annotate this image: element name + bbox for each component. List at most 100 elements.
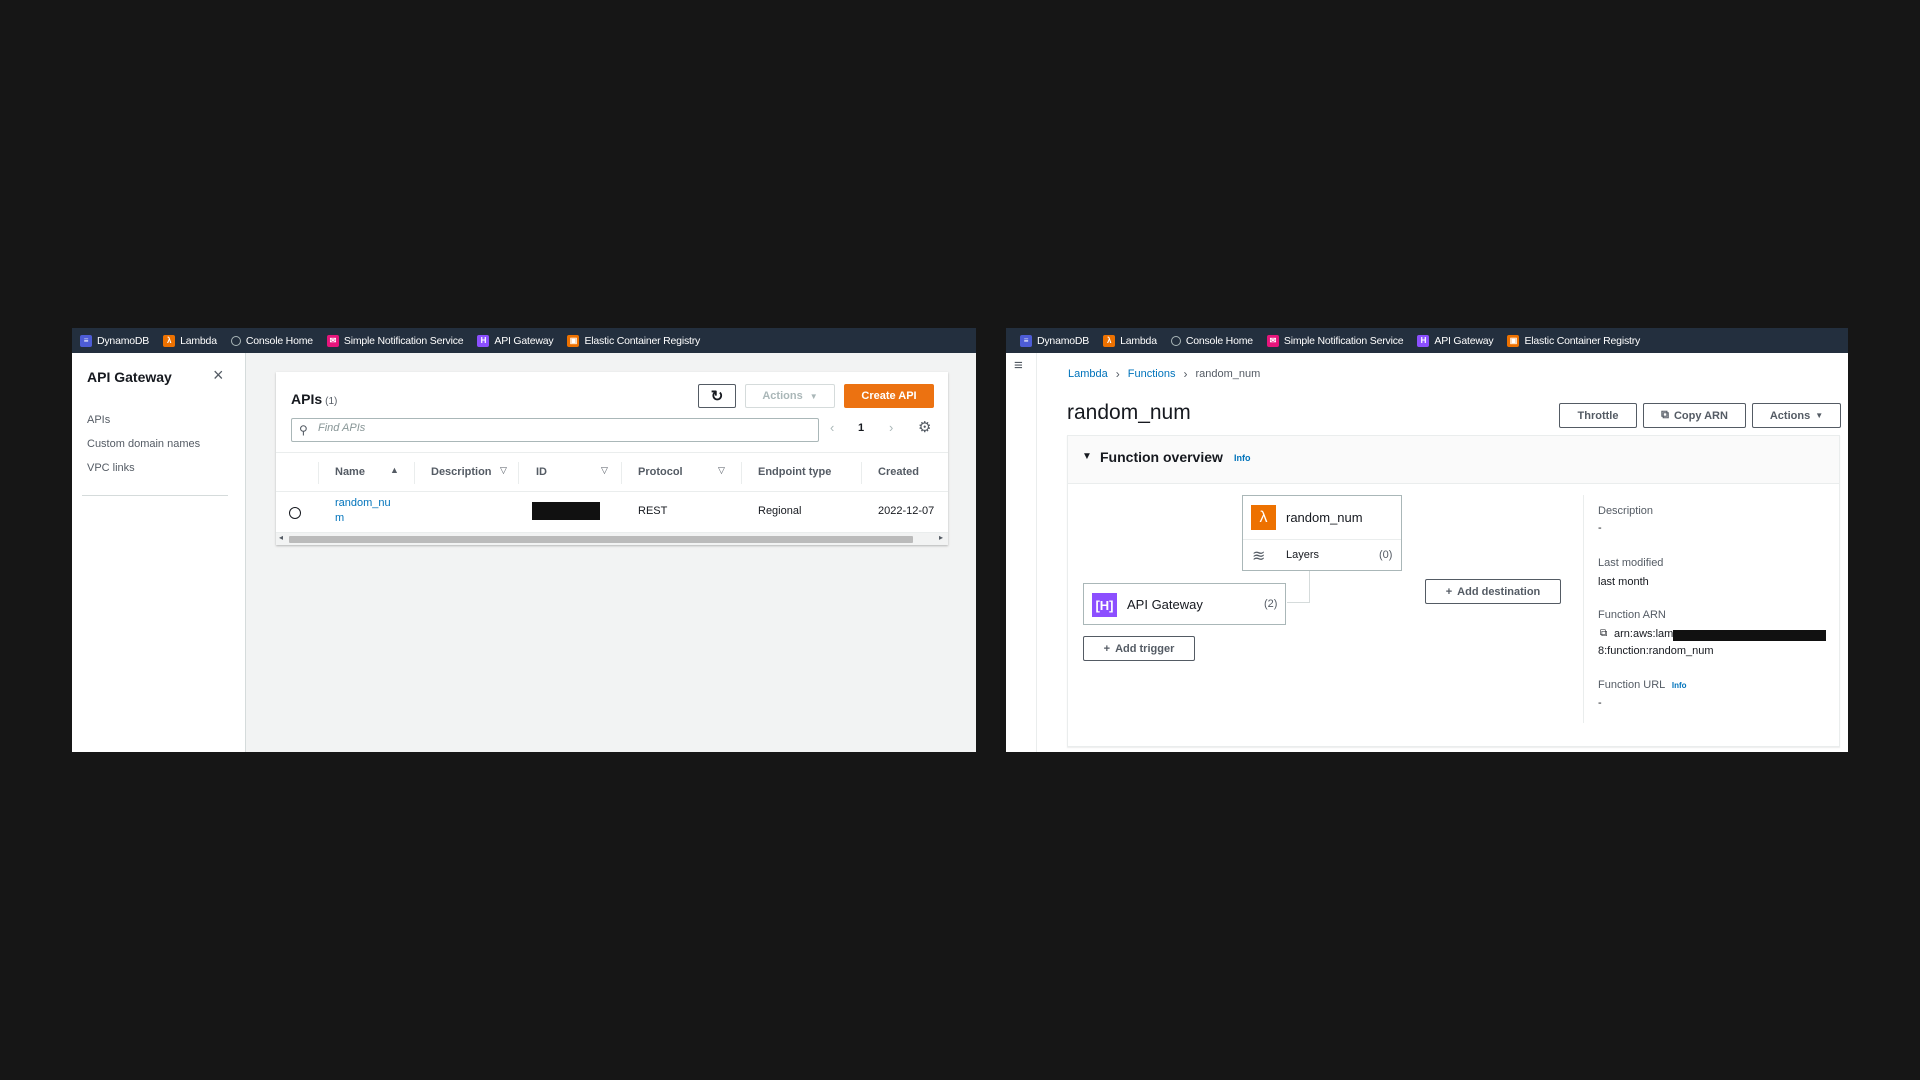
- api-name-link[interactable]: random_nu m: [335, 496, 391, 526]
- table-header: Name ▲ Description ▽ ID ▽ Protocol ▽ End…: [276, 452, 948, 492]
- col-name[interactable]: Name: [335, 466, 365, 478]
- fav-lambda[interactable]: λ Lambda: [1103, 334, 1157, 347]
- actions-label: Actions: [1769, 409, 1811, 422]
- trigger-node-api-gateway[interactable]: [H] API Gateway (2): [1083, 583, 1286, 625]
- horizontal-scrollbar[interactable]: ◂ ▸: [276, 532, 948, 545]
- layers-row[interactable]: ≋ Layers (0): [1243, 539, 1401, 571]
- find-apis-input[interactable]: [318, 422, 798, 434]
- breadcrumb-lambda[interactable]: Lambda: [1068, 368, 1108, 380]
- fav-dynamodb[interactable]: ≡ DynamoDB: [80, 334, 149, 347]
- sort-icon[interactable]: ▽: [601, 465, 608, 476]
- fav-api-gateway[interactable]: H API Gateway: [477, 334, 554, 347]
- sort-icon[interactable]: ▽: [500, 465, 507, 476]
- row-select-radio[interactable]: [289, 507, 301, 519]
- nav-divider: [82, 495, 228, 496]
- trigger-name: API Gateway: [1127, 597, 1203, 612]
- sort-icon[interactable]: ▽: [718, 465, 725, 476]
- trigger-count: (2): [1264, 598, 1278, 610]
- fav-label: Console Home: [1185, 334, 1253, 347]
- fav-ecr[interactable]: ▣ Elastic Container Registry: [567, 334, 700, 347]
- dynamodb-icon: ≡: [1020, 334, 1032, 347]
- nav-item-custom-domain-names[interactable]: Custom domain names: [87, 438, 200, 450]
- function-overview-panel: ▼ Function overview Info λ random_num ≋ …: [1067, 435, 1840, 747]
- scroll-right-icon[interactable]: ▸: [939, 533, 943, 542]
- layers-label: Layers: [1286, 549, 1320, 561]
- plus-icon: +: [1445, 585, 1453, 598]
- copy-arn-icon[interactable]: ⧉: [1600, 628, 1607, 639]
- sns-icon: ✉: [1266, 334, 1279, 347]
- details-divider: [1583, 495, 1584, 723]
- fav-label: DynamoDB: [1037, 334, 1090, 347]
- api-endpoint-type: Regional: [758, 505, 802, 517]
- nav-item-apis[interactable]: APIs: [87, 414, 110, 426]
- apis-card: APIs(1) ↻ Actions▼ Create API ⚲ ‹ 1 › ⚙ …: [276, 372, 948, 545]
- col-created[interactable]: Created: [878, 466, 919, 478]
- col-id[interactable]: ID: [536, 466, 547, 478]
- console-home-icon: [230, 335, 241, 346]
- col-endpoint-type[interactable]: Endpoint type: [758, 466, 831, 478]
- prev-page-icon[interactable]: ‹: [830, 420, 834, 435]
- left-rail: ≡: [1006, 353, 1037, 752]
- hamburger-menu-icon[interactable]: ≡: [1014, 357, 1023, 374]
- fav-label: Simple Notification Service: [343, 334, 464, 347]
- add-trigger-button[interactable]: + Add trigger: [1083, 636, 1195, 661]
- throttle-button[interactable]: Throttle: [1559, 403, 1637, 428]
- search-box: ⚲: [291, 418, 819, 442]
- fav-ecr[interactable]: ▣ Elastic Container Registry: [1507, 334, 1640, 347]
- info-link[interactable]: Info: [1672, 681, 1687, 690]
- dynamodb-icon: ≡: [80, 334, 92, 347]
- layers-count: (0): [1379, 549, 1393, 561]
- column-divider: [318, 462, 319, 484]
- sort-ascending-icon[interactable]: ▲: [390, 465, 399, 475]
- page-title: random_num: [1067, 401, 1191, 424]
- create-api-button[interactable]: Create API: [844, 384, 934, 408]
- redacted-id: [532, 502, 600, 520]
- add-destination-button[interactable]: + Add destination: [1425, 579, 1561, 604]
- fav-api-gateway[interactable]: H API Gateway: [1417, 334, 1494, 347]
- refresh-button[interactable]: ↻: [698, 384, 736, 408]
- description-value: -: [1598, 522, 1602, 534]
- function-node: λ random_num ≋ Layers (0): [1242, 495, 1402, 571]
- favorites-bar: ≡ DynamoDB λ Lambda Console Home ✉ Simple N…: [72, 328, 976, 353]
- close-icon[interactable]: ×: [213, 365, 224, 386]
- refresh-icon: ↻: [710, 388, 724, 405]
- fav-sns[interactable]: ✉ Simple Notification Service: [326, 334, 464, 347]
- gear-icon[interactable]: ⚙: [918, 418, 931, 436]
- api-protocol: REST: [638, 505, 668, 517]
- last-modified-label: Last modified: [1598, 557, 1664, 569]
- fav-console-home[interactable]: Console Home: [1170, 334, 1253, 347]
- collapse-caret-icon[interactable]: ▼: [1082, 451, 1092, 462]
- info-link[interactable]: Info: [1234, 453, 1251, 463]
- fav-console-home[interactable]: Console Home: [230, 335, 313, 347]
- nav-item-vpc-links[interactable]: VPC links: [87, 462, 135, 474]
- layers-icon: ≋: [1252, 548, 1266, 565]
- function-overview-title[interactable]: Function overview: [1100, 449, 1223, 465]
- breadcrumb-current: random_num: [1195, 368, 1261, 380]
- breadcrumb-functions[interactable]: Functions: [1128, 368, 1176, 380]
- scrollbar-thumb[interactable]: [289, 536, 913, 543]
- last-modified-value: last month: [1598, 576, 1649, 588]
- sns-icon: ✉: [326, 334, 339, 347]
- copy-arn-button[interactable]: ⧉ Copy ARN: [1643, 403, 1746, 428]
- lambda-window: ≡ DynamoDB λ Lambda Console Home ✉ Simple N…: [1006, 328, 1848, 752]
- api-gateway-icon: [H]: [1092, 593, 1117, 617]
- fav-label: API Gateway: [1434, 334, 1494, 347]
- page-number[interactable]: 1: [858, 422, 864, 434]
- fav-label: Lambda: [1120, 334, 1157, 347]
- api-gateway-icon: H: [477, 334, 490, 347]
- fav-sns[interactable]: ✉ Simple Notification Service: [1266, 334, 1404, 347]
- scroll-left-icon[interactable]: ◂: [279, 533, 283, 542]
- lambda-icon: λ: [163, 334, 176, 347]
- table-row[interactable]: random_nu m REST Regional 2022-12-07: [276, 492, 948, 532]
- function-url-value: -: [1598, 697, 1602, 709]
- column-divider: [621, 462, 622, 484]
- actions-button[interactable]: Actions ▼: [745, 384, 835, 408]
- lambda-icon: λ: [1103, 334, 1116, 347]
- actions-button[interactable]: Actions ▼: [1752, 403, 1841, 428]
- fav-dynamodb[interactable]: ≡ DynamoDB: [1020, 334, 1090, 347]
- fav-lambda[interactable]: λ Lambda: [163, 334, 217, 347]
- next-page-icon[interactable]: ›: [889, 420, 893, 435]
- search-icon: ⚲: [299, 423, 308, 437]
- col-protocol[interactable]: Protocol: [638, 466, 683, 478]
- col-description[interactable]: Description: [431, 466, 492, 478]
